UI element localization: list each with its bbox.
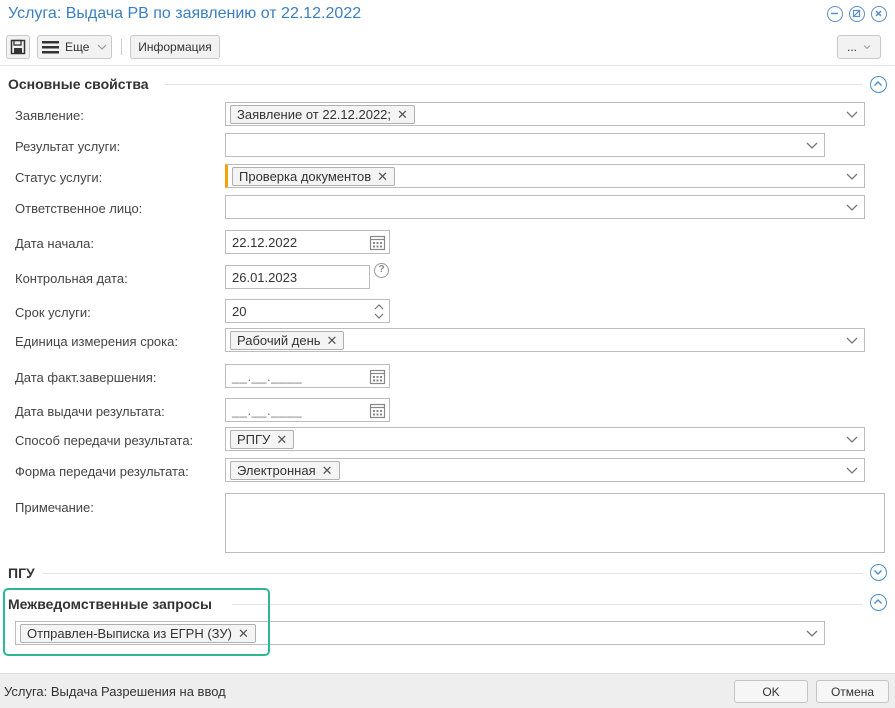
highlight-frame	[3, 588, 270, 656]
section-pgu-title[interactable]: ПГУ	[8, 565, 35, 581]
transfer-form-select[interactable]: Электронная ✕	[225, 458, 865, 482]
section-divider	[232, 604, 863, 605]
status-chip: Проверка документов ✕	[232, 167, 396, 186]
minimize-icon[interactable]	[827, 6, 843, 22]
transfer-form-label: Форма передачи результата:	[15, 464, 189, 479]
chevron-down-icon[interactable]	[846, 434, 858, 444]
start-date-input[interactable]: 22.12.2022	[225, 230, 390, 254]
transfer-method-select[interactable]: РПГУ ✕	[225, 427, 865, 451]
status-select[interactable]: Проверка документов ✕	[225, 164, 865, 188]
start-date-label: Дата начала:	[15, 236, 94, 251]
term-value: 20	[232, 304, 247, 319]
detach-window-icon[interactable]	[849, 6, 865, 22]
remove-icon[interactable]: ✕	[322, 462, 333, 479]
toolbar: Еще Информация ...	[0, 30, 895, 66]
issue-date-input[interactable]: __.__.____	[225, 398, 390, 422]
responsible-label: Ответственное лицо:	[15, 201, 143, 216]
chevron-down-icon	[863, 45, 871, 50]
remove-icon[interactable]: ✕	[327, 332, 338, 349]
section-divider	[165, 84, 863, 85]
spinner-arrows-icon[interactable]	[374, 302, 384, 321]
ok-button[interactable]: OK	[734, 680, 808, 703]
note-label: Примечание:	[15, 500, 94, 515]
collapse-up-icon[interactable]	[870, 76, 887, 93]
issue-date-label: Дата выдачи результата:	[15, 404, 165, 419]
application-select[interactable]: Заявление от 22.12.2022; ✕	[225, 102, 865, 126]
chevron-down-icon[interactable]	[806, 140, 818, 150]
status-label: Статус услуги:	[15, 170, 103, 185]
start-date-value: 22.12.2022	[232, 235, 298, 250]
title-bar: Услуга: Выдача РВ по заявлению от 22.12.…	[0, 0, 895, 30]
term-label: Срок услуги:	[15, 305, 91, 320]
term-unit-label: Единица измерения срока:	[15, 334, 178, 349]
more-menu-label: Еще	[65, 40, 90, 54]
transfer-form-chip-text: Электронная	[237, 463, 316, 478]
information-button[interactable]: Информация	[130, 35, 220, 59]
cancel-button[interactable]: Отмена	[816, 680, 889, 703]
actual-end-label: Дата факт.завершения:	[15, 370, 157, 385]
hamburger-icon	[42, 41, 59, 54]
term-stepper[interactable]: 20	[225, 299, 390, 323]
actual-end-input[interactable]: __.__.____	[225, 364, 390, 388]
term-unit-select[interactable]: Рабочий день ✕	[225, 328, 865, 352]
close-icon[interactable]	[871, 6, 887, 22]
status-chip-text: Проверка документов	[239, 169, 372, 184]
section-main-title: Основные свойства	[8, 76, 149, 92]
application-label: Заявление:	[15, 108, 84, 123]
overflow-menu-label: ...	[846, 40, 857, 54]
chevron-down-icon[interactable]	[846, 202, 858, 212]
floppy-disk-icon	[10, 39, 26, 55]
chevron-down-icon[interactable]	[846, 109, 858, 119]
transfer-method-label: Способ передачи результата:	[15, 433, 194, 448]
responsible-select[interactable]	[225, 195, 865, 219]
chevron-down-icon[interactable]	[846, 335, 858, 345]
transfer-form-chip: Электронная ✕	[230, 461, 340, 480]
collapse-up-icon[interactable]	[870, 594, 887, 611]
result-label: Результат услуги:	[15, 139, 121, 154]
control-date-input[interactable]: 26.01.2023	[225, 265, 370, 289]
application-chip-text: Заявление от 22.12.2022;	[237, 107, 392, 122]
chevron-down-icon[interactable]	[846, 465, 858, 475]
window-title: Услуга: Выдача РВ по заявлению от 22.12.…	[8, 5, 362, 22]
transfer-method-chip-text: РПГУ	[237, 432, 271, 447]
help-icon[interactable]: ?	[374, 263, 389, 278]
issue-date-mask: __.__.____	[232, 403, 303, 418]
result-select[interactable]	[225, 133, 825, 157]
calendar-icon[interactable]	[369, 402, 386, 419]
remove-icon[interactable]: ✕	[377, 168, 388, 185]
section-divider	[42, 573, 863, 574]
control-date-label: Контрольная дата:	[15, 271, 128, 286]
actual-end-mask: __.__.____	[232, 369, 303, 384]
expand-down-icon[interactable]	[870, 564, 887, 581]
term-unit-chip-text: Рабочий день	[237, 333, 321, 348]
application-chip: Заявление от 22.12.2022; ✕	[230, 105, 415, 124]
chevron-down-icon[interactable]	[806, 628, 818, 638]
remove-icon[interactable]: ✕	[397, 106, 408, 123]
overflow-menu-button[interactable]: ...	[837, 35, 881, 59]
calendar-icon[interactable]	[369, 368, 386, 385]
chevron-down-icon[interactable]	[846, 171, 858, 181]
toolbar-separator	[121, 39, 122, 55]
transfer-method-chip: РПГУ ✕	[230, 430, 295, 449]
note-textarea[interactable]	[225, 493, 885, 553]
status-text: Услуга: Выдача Разрешения на ввод	[4, 684, 226, 699]
calendar-icon[interactable]	[369, 234, 386, 251]
term-unit-chip: Рабочий день ✕	[230, 331, 345, 350]
remove-icon[interactable]: ✕	[276, 431, 287, 448]
control-date-value: 26.01.2023	[232, 270, 298, 285]
chevron-down-icon	[97, 44, 107, 50]
save-button[interactable]	[6, 35, 30, 59]
status-bar: Услуга: Выдача Разрешения на ввод OK Отм…	[0, 673, 895, 708]
more-menu-button[interactable]: Еще	[37, 35, 112, 59]
